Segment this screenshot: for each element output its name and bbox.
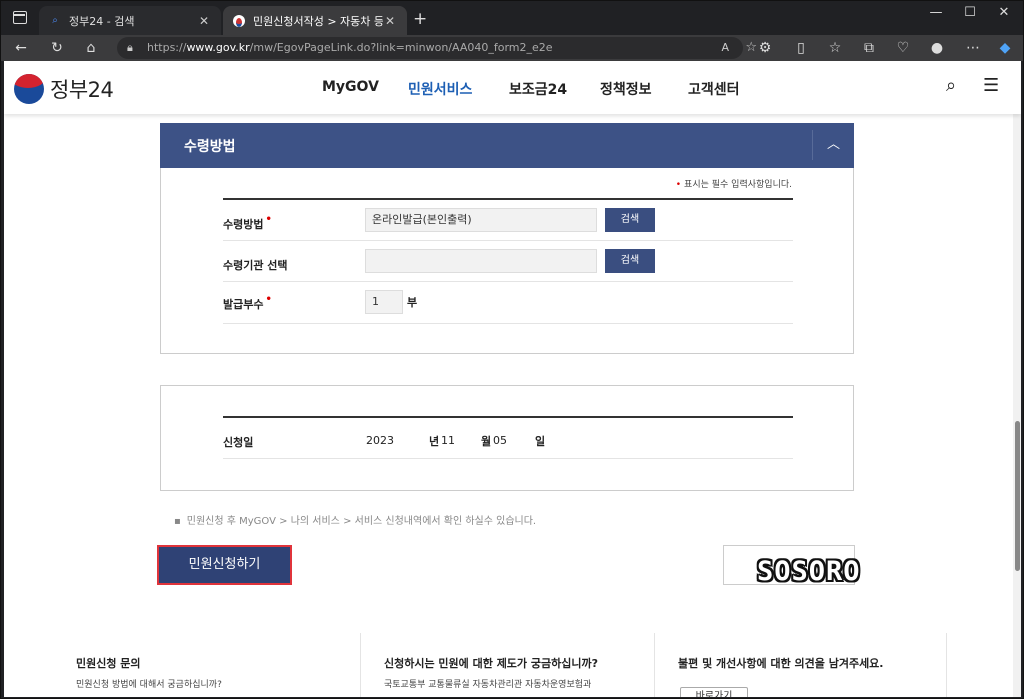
site-header: 정부24 MyGOV 민원서비스 보조금24 정책정보 고객센터 ⌕ ☰ [4,61,1021,114]
new-tab-icon[interactable]: + [413,9,427,29]
bullet-icon: ▪ [174,516,181,527]
footer-col3-title: 불편 및 개선사항에 대한 의견을 남겨주세요. [678,657,884,670]
required-dot-icon: • [265,294,272,305]
copies-label-text: 발급부수 [223,298,264,311]
copies-field[interactable]: 1 [365,290,403,314]
url-prefix: https:// [147,41,187,54]
section-title: 수령방법 [184,139,236,155]
date-year-unit: 년 [429,435,440,448]
nav-subsidy24[interactable]: 보조금24 [509,79,567,99]
agency-field[interactable] [365,249,597,273]
collections-icon[interactable]: ⧉ [859,39,879,57]
watermark: SOSORO [757,556,861,587]
logo-text: 정부24 [50,78,114,102]
date-month-unit: 월 [481,435,492,448]
notice-message: 민원신청 후 MyGOV > 나의 서비스 > 서비스 신청내역에서 확인 하실… [186,516,537,527]
divider [654,633,655,697]
search-icon[interactable]: ⌕ [946,75,956,96]
site-logo[interactable]: 정부24 [14,74,114,104]
apply-button[interactable]: 민원신청하기 [157,545,292,585]
agency-label: 수령기관 선택 [223,259,288,272]
nav-civil-service[interactable]: 민원서비스 [408,79,472,99]
agency-search-button[interactable]: 검색 [605,249,655,273]
receipt-method-form: • 표시는 필수 입력사항입니다. 수령방법 • 온라인발급(본인출력) 검색 수령… [160,168,854,354]
health-icon[interactable]: ♡ [893,39,913,57]
required-dot-icon: • [265,214,272,225]
close-tab-icon[interactable]: ✕ [383,14,397,28]
required-note-text: 표시는 필수 입력사항입니다. [684,180,792,190]
close-window-icon[interactable]: ✕ [989,5,1019,20]
browser-window: ⌕ 정부24 - 검색 ✕ 민원신청서작성 > 자동차 등록원 ✕ + — ☐ … [0,0,1024,699]
more-icon[interactable]: ⋯ [963,39,983,57]
nav-mygov[interactable]: MyGOV [322,79,379,95]
required-note: • 표시는 필수 입력사항입니다. [676,177,792,190]
method-label-text: 수령방법 [223,218,264,231]
tab-title: 정부24 - 검색 [69,14,135,28]
back-icon[interactable]: ← [11,39,31,57]
minimize-icon[interactable]: — [921,5,951,20]
refresh-icon[interactable]: ↻ [47,39,67,57]
nav-policy-info[interactable]: 정책정보 [600,79,652,99]
tab-bar: ⌕ 정부24 - 검색 ✕ 민원신청서작성 > 자동차 등록원 ✕ + — ☐ … [1,1,1023,35]
date-label: 신청일 [223,436,254,449]
date-month: 11 [441,434,455,447]
divider [223,458,793,459]
feedback-shortcut-button[interactable]: 바로가기 [680,687,748,697]
copilot-icon[interactable]: ◆ [995,39,1015,57]
divider [223,281,793,282]
receipt-method-section-header: 수령방법 ︿ [160,123,854,168]
method-label: 수령방법 • [223,214,272,232]
method-field[interactable]: 온라인발급(본인출력) [365,208,597,232]
notice-text: ▪ 민원신청 후 MyGOV > 나의 서비스 > 서비스 신청내역에서 확인 하… [174,512,542,527]
tab-title: 민원신청서작성 > 자동차 등록원 [253,14,383,28]
lock-icon: 🔒︎ [127,41,133,54]
url-path: /mw/EgovPageLink.do?link=minwon/AA040_fo… [249,41,553,54]
favorites-icon[interactable]: ☆ [825,39,845,57]
web-page: 정부24 MyGOV 민원서비스 보조금24 정책정보 고객센터 ⌕ ☰ 수령방… [4,61,1021,697]
split-screen-icon[interactable]: ▯ [791,39,811,57]
collapse-chevron-up-icon[interactable]: ︿ [812,130,854,160]
url-host: www.gov.kr [186,41,250,54]
scrollbar[interactable] [1013,61,1021,697]
application-date-box: 신청일 2023 년 11 월 05 일 [160,385,854,491]
read-aloud-icon[interactable]: A [721,37,729,59]
divider [223,416,793,418]
required-dot-icon: • [675,180,682,190]
date-day: 05 [493,434,507,447]
search-icon: ⌕ [52,14,58,26]
method-search-button[interactable]: 검색 [605,208,655,232]
maximize-icon[interactable]: ☐ [955,5,985,20]
menu-icon[interactable]: ☰ [983,75,999,96]
scrollbar-thumb[interactable] [1015,421,1020,571]
profile-avatar-icon[interactable]: ● [927,39,947,57]
copies-label: 발급부수 • [223,294,272,312]
tab-search[interactable]: ⌕ 정부24 - 검색 ✕ [39,6,221,35]
footer-col1-sub: 민원신청 방법에 대해서 궁금하십니까? [76,680,222,690]
address-bar[interactable]: 🔒︎ https://www.gov.kr/mw/EgovPageLink.do… [117,37,757,59]
divider [223,198,793,200]
footer-help: 민원신청 문의 민원신청 방법에 대해서 궁금하십니까? 신청하시는 민원에 대… [4,633,1021,697]
divider [946,633,947,697]
footer-col1-title: 민원신청 문의 [76,657,141,670]
footer-col2-sub: 국토교통부 교통물류실 자동차관리관 자동차운영보험과 [384,680,592,690]
divider [223,240,793,241]
copies-unit: 부 [407,296,418,309]
divider [223,323,793,324]
home-icon[interactable]: ⌂ [81,39,101,57]
tab-actions-icon[interactable] [13,11,27,24]
extensions-icon[interactable]: ⚙ [755,39,775,57]
date-day-unit: 일 [535,435,546,448]
tab-application-form[interactable]: 민원신청서작성 > 자동차 등록원 ✕ [223,6,407,35]
date-year: 2023 [366,434,394,447]
divider [360,633,361,697]
address-toolbar: ← ↻ ⌂ 🔒︎ https://www.gov.kr/mw/EgovPageL… [1,35,1023,61]
close-tab-icon[interactable]: ✕ [197,14,211,28]
nav-customer-center[interactable]: 고객센터 [688,79,740,99]
gov-logo-icon [233,14,245,27]
footer-col2-title: 신청하시는 민원에 대한 제도가 궁금하십니까? [384,657,598,670]
gov-emblem-icon [14,74,44,104]
